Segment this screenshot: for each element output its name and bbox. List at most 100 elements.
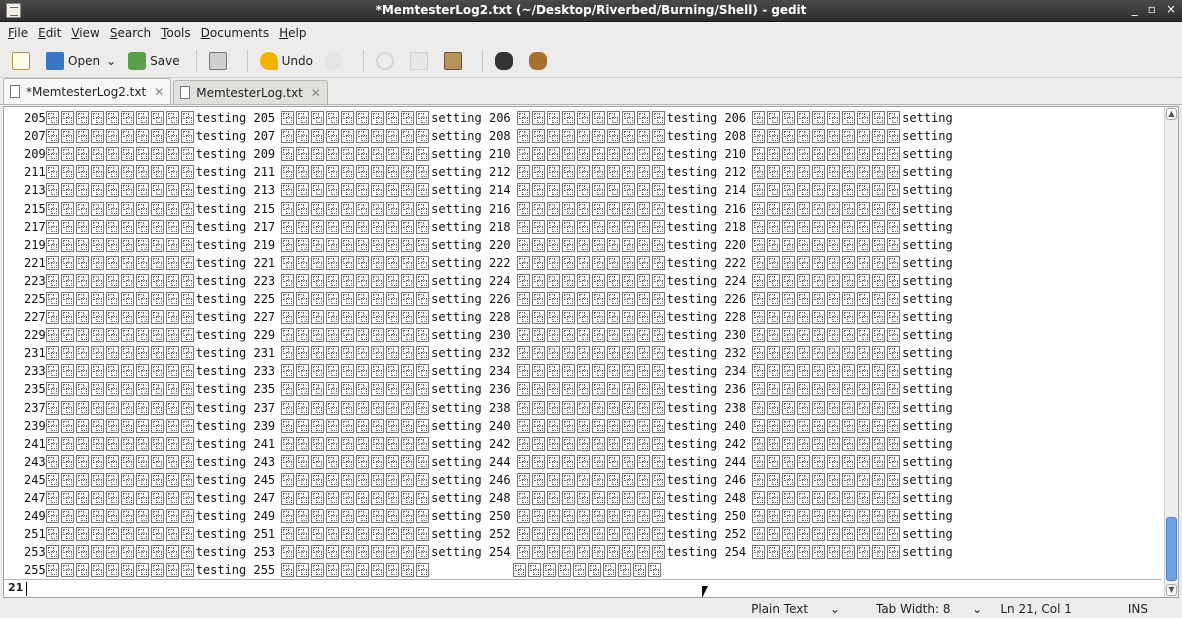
goto-line-bar[interactable]: 21 bbox=[4, 579, 1162, 597]
vertical-scrollbar[interactable]: ▲ ▼ bbox=[1164, 107, 1178, 597]
text-line[interactable]: 205 testing 205 setting 206 testing 206 sett… bbox=[4, 109, 1162, 127]
text-line[interactable]: 225 testing 225 setting 226 testing 226 sett… bbox=[4, 290, 1162, 308]
unprintable-byte-glyph bbox=[782, 491, 796, 506]
open-button[interactable]: Open ⌄ bbox=[42, 48, 120, 74]
unprintable-byte-glyph bbox=[326, 364, 340, 379]
text-line[interactable]: 231 testing 231 setting 232 testing 232 sett… bbox=[4, 344, 1162, 362]
text-line[interactable]: 249 testing 249 setting 250 testing 250 sett… bbox=[4, 507, 1162, 525]
close-tab-icon[interactable]: ✕ bbox=[311, 86, 321, 100]
unprintable-byte-glyph bbox=[782, 418, 796, 433]
chevron-down-icon[interactable]: ⌄ bbox=[106, 54, 116, 68]
unprintable-byte-glyph bbox=[797, 400, 811, 415]
unprintable-byte-glyph bbox=[857, 111, 871, 126]
text-line[interactable]: 207 testing 207 setting 208 testing 208 sett… bbox=[4, 127, 1162, 145]
unprintable-byte-glyph bbox=[561, 147, 575, 162]
undo-button[interactable]: Undo bbox=[256, 48, 317, 74]
text-line[interactable]: 239 testing 239 setting 240 testing 240 sett… bbox=[4, 417, 1162, 435]
unprintable-byte-glyph bbox=[812, 491, 826, 506]
unprintable-byte-glyph bbox=[842, 418, 856, 433]
print-button[interactable] bbox=[205, 48, 235, 74]
menu-tools[interactable]: Tools bbox=[157, 26, 195, 40]
unprintable-byte-glyph bbox=[887, 491, 901, 506]
text-editor[interactable]: 205 testing 205 setting 206 testing 206 sett… bbox=[3, 106, 1179, 598]
text-line[interactable]: 235 testing 235 setting 236 testing 236 sett… bbox=[4, 380, 1162, 398]
unprintable-byte-glyph bbox=[386, 418, 400, 433]
unprintable-byte-glyph bbox=[782, 111, 796, 126]
copy-button[interactable] bbox=[406, 48, 436, 74]
find-replace-button[interactable] bbox=[525, 48, 555, 74]
redo-button[interactable] bbox=[321, 48, 351, 74]
unprintable-byte-glyph bbox=[371, 255, 385, 270]
menu-file[interactable]: File bbox=[4, 26, 32, 40]
unprintable-byte-glyph bbox=[281, 545, 295, 560]
unprintable-byte-glyph bbox=[516, 165, 530, 180]
close-window-button[interactable]: × bbox=[1166, 2, 1176, 16]
unprintable-byte-glyph bbox=[782, 436, 796, 451]
text-line[interactable]: 209 testing 209 setting 210 testing 210 sett… bbox=[4, 145, 1162, 163]
unprintable-byte-glyph bbox=[857, 310, 871, 325]
unprintable-byte-glyph bbox=[812, 310, 826, 325]
unprintable-byte-glyph bbox=[576, 509, 590, 524]
text-line[interactable]: 211 testing 211 setting 212 testing 212 sett… bbox=[4, 163, 1162, 181]
scrollbar-thumb[interactable] bbox=[1166, 517, 1177, 581]
unprintable-byte-glyph bbox=[150, 273, 164, 288]
text-line[interactable]: 215 testing 215 setting 216 testing 216 sett… bbox=[4, 199, 1162, 217]
save-button[interactable]: Save bbox=[124, 48, 183, 74]
unprintable-byte-glyph bbox=[531, 273, 545, 288]
menu-documents[interactable]: Documents bbox=[197, 26, 273, 40]
text-line[interactable]: 241 testing 241 setting 242 testing 242 sett… bbox=[4, 435, 1162, 453]
unprintable-byte-glyph bbox=[105, 237, 119, 252]
new-button[interactable] bbox=[8, 48, 38, 74]
text-line[interactable]: 247 testing 247 setting 248 testing 248 sett… bbox=[4, 489, 1162, 507]
unprintable-byte-glyph bbox=[797, 219, 811, 234]
unprintable-byte-glyph bbox=[588, 563, 602, 578]
unprintable-byte-glyph bbox=[651, 400, 665, 415]
minimize-button[interactable]: _ bbox=[1132, 2, 1138, 16]
scroll-down-icon[interactable]: ▼ bbox=[1166, 584, 1177, 596]
unprintable-byte-glyph bbox=[416, 563, 430, 578]
text-line[interactable]: 237 testing 237 setting 238 testing 238 sett… bbox=[4, 399, 1162, 417]
maximize-button[interactable]: ▫ bbox=[1148, 2, 1156, 16]
unprintable-byte-glyph bbox=[621, 454, 635, 469]
unprintable-byte-glyph bbox=[416, 310, 430, 325]
language-selector[interactable]: Plain Text ⌄ bbox=[733, 602, 840, 616]
close-tab-icon[interactable]: ✕ bbox=[154, 85, 164, 99]
text-line[interactable]: 253 testing 253 setting 254 testing 254 sett… bbox=[4, 543, 1162, 561]
unprintable-byte-glyph bbox=[782, 129, 796, 144]
find-button[interactable] bbox=[491, 48, 521, 74]
text-line[interactable]: 243 testing 243 setting 244 testing 244 sett… bbox=[4, 453, 1162, 471]
text-line[interactable]: 219 testing 219 setting 220 testing 220 sett… bbox=[4, 236, 1162, 254]
tab-memtesterlog2[interactable]: *MemtesterLog2.txt ✕ bbox=[3, 78, 172, 104]
unprintable-byte-glyph bbox=[326, 418, 340, 433]
unprintable-byte-glyph bbox=[546, 400, 560, 415]
text-line[interactable]: 233 testing 233 setting 234 testing 234 sett… bbox=[4, 362, 1162, 380]
scroll-up-icon[interactable]: ▲ bbox=[1166, 108, 1177, 120]
tab-memtesterlog[interactable]: MemtesterLog.txt ✕ bbox=[173, 80, 328, 104]
menu-edit[interactable]: Edit bbox=[34, 26, 65, 40]
text-line[interactable]: 229 testing 229 setting 230 testing 230 sett… bbox=[4, 326, 1162, 344]
paste-button[interactable] bbox=[440, 48, 470, 74]
menu-view[interactable]: View bbox=[67, 26, 103, 40]
unprintable-byte-glyph bbox=[606, 201, 620, 216]
menu-search[interactable]: Search bbox=[106, 26, 155, 40]
unprintable-byte-glyph bbox=[60, 400, 74, 415]
unprintable-byte-glyph bbox=[105, 201, 119, 216]
text-line[interactable]: 251 testing 251 setting 252 testing 252 sett… bbox=[4, 525, 1162, 543]
unprintable-byte-glyph bbox=[872, 310, 886, 325]
unprintable-byte-glyph bbox=[782, 291, 796, 306]
menu-help[interactable]: Help bbox=[275, 26, 310, 40]
text-lines[interactable]: 205 testing 205 setting 206 testing 206 sett… bbox=[4, 109, 1162, 579]
text-line[interactable]: 213 testing 213 setting 214 testing 214 sett… bbox=[4, 181, 1162, 199]
text-line[interactable]: 255 testing 255 bbox=[4, 561, 1162, 579]
text-line[interactable]: 245 testing 245 setting 246 testing 246 sett… bbox=[4, 471, 1162, 489]
text-line[interactable]: 227 testing 227 setting 228 testing 228 sett… bbox=[4, 308, 1162, 326]
cut-button[interactable] bbox=[372, 48, 402, 74]
tab-width-selector[interactable]: Tab Width: 8 ⌄ bbox=[858, 602, 982, 616]
unprintable-byte-glyph bbox=[90, 527, 104, 542]
unprintable-byte-glyph bbox=[371, 183, 385, 198]
text-line[interactable]: 217 testing 217 setting 218 testing 218 sett… bbox=[4, 218, 1162, 236]
text-line[interactable]: 221 testing 221 setting 222 testing 222 sett… bbox=[4, 254, 1162, 272]
text-line[interactable]: 223 testing 223 setting 224 testing 224 sett… bbox=[4, 272, 1162, 290]
unprintable-byte-glyph bbox=[546, 165, 560, 180]
unprintable-byte-glyph bbox=[296, 364, 310, 379]
